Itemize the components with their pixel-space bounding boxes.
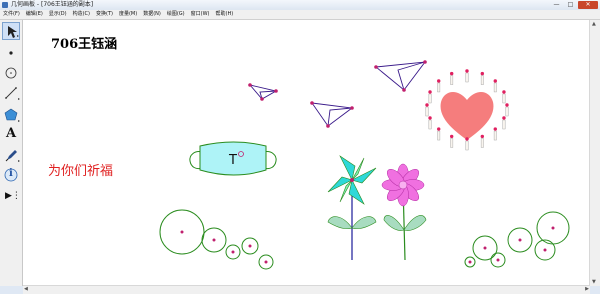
paper-plane-small[interactable] (248, 83, 278, 101)
candle (465, 137, 469, 151)
candle (480, 71, 485, 85)
candle (502, 116, 506, 130)
candle (428, 116, 432, 130)
bubble (534, 239, 556, 261)
paper-plane-large[interactable] (374, 60, 427, 92)
candle (449, 71, 454, 85)
bubble (225, 244, 241, 260)
candle (437, 79, 441, 93)
candle (449, 134, 454, 148)
sketch-drawing: T (159, 60, 570, 270)
bubble (201, 227, 227, 253)
candle (437, 127, 441, 141)
candle (425, 103, 429, 117)
candle (465, 69, 469, 83)
candle (428, 90, 432, 104)
bubble (472, 235, 498, 261)
bubble (258, 254, 274, 270)
bubble (241, 237, 259, 255)
paper-plane-medium[interactable] (310, 101, 354, 128)
candle (505, 103, 509, 117)
mask-glyph: T (228, 153, 237, 168)
candle (480, 134, 485, 148)
bubble (464, 256, 476, 268)
bubble (490, 252, 506, 268)
bubble (159, 209, 205, 255)
candle (493, 79, 497, 93)
pinwheel-flower[interactable] (327, 155, 377, 260)
bubble (507, 227, 533, 253)
bubble (536, 211, 570, 245)
pink-flower[interactable] (381, 163, 427, 261)
flower-center (398, 180, 408, 190)
candle (502, 90, 506, 104)
candle (493, 127, 497, 141)
heart-shape[interactable] (440, 91, 494, 140)
